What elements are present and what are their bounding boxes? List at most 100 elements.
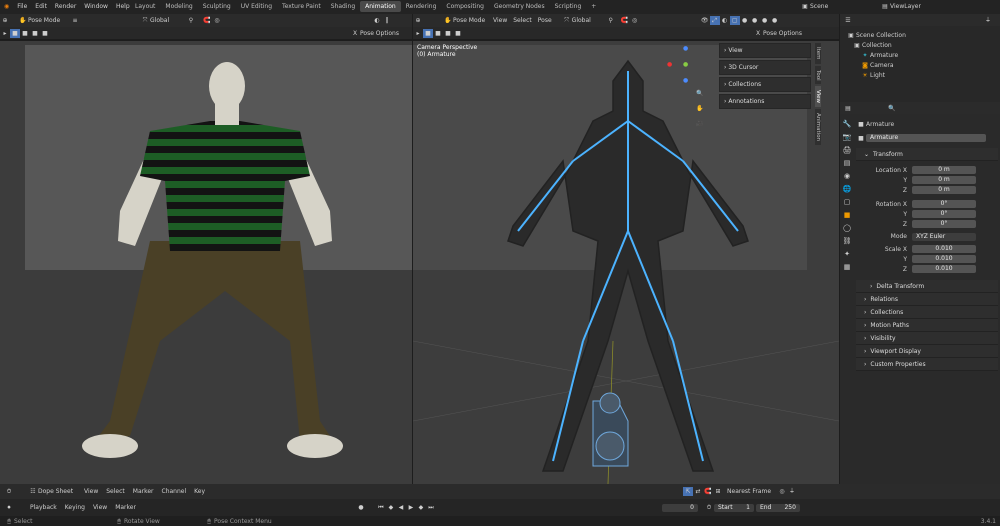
scale-z-field[interactable]: 0.010: [912, 265, 976, 273]
timeline-editor-icon[interactable]: ⏺: [4, 503, 14, 512]
overlay-icon[interactable]: ◐: [372, 16, 382, 25]
cursor-icon[interactable]: ⇱: [683, 487, 694, 496]
select-tool-icon[interactable]: ▸: [413, 29, 423, 38]
outliner-type-icon[interactable]: ☰: [843, 16, 853, 25]
snap-icon[interactable]: 🧲: [620, 16, 630, 25]
rotation-y-field[interactable]: 0°: [912, 210, 976, 218]
select-invert-icon[interactable]: ■: [40, 29, 50, 38]
scene-name[interactable]: Scene: [810, 3, 880, 10]
right-transform-select[interactable]: Global: [572, 17, 606, 24]
tab-view[interactable]: View: [815, 86, 821, 108]
filter-icon[interactable]: ⏚: [787, 487, 797, 496]
camera-view-icon[interactable]: 🎥: [695, 119, 705, 128]
filter-icon[interactable]: ⏚: [983, 16, 993, 25]
preview-range-icon[interactable]: ⏱: [704, 503, 714, 512]
pivot-icon[interactable]: ⚲: [606, 16, 616, 25]
location-z-field[interactable]: 0 m: [912, 186, 976, 194]
end-frame-field[interactable]: End 250: [755, 503, 800, 512]
output-tab-icon[interactable]: 🖨: [840, 146, 854, 159]
tab-texture-paint[interactable]: Texture Paint: [277, 1, 326, 12]
scene-tab-icon[interactable]: ◉: [840, 172, 854, 185]
x-mirror-icon[interactable]: X: [350, 29, 360, 38]
tool-tab-icon[interactable]: 🔧: [840, 120, 854, 133]
collection-tab-icon[interactable]: ▢: [840, 198, 854, 211]
scale-x-field[interactable]: 0.010: [912, 245, 976, 253]
viewport-display-header[interactable]: › Viewport Display: [856, 345, 998, 358]
pivot-icon[interactable]: ⚲: [186, 16, 196, 25]
proportional-icon[interactable]: ◎: [777, 487, 787, 496]
visibility-icon[interactable]: 👁: [700, 16, 710, 25]
tab-shading[interactable]: Shading: [326, 1, 360, 12]
tab-animation-side[interactable]: Animation: [815, 109, 821, 146]
pause-icon[interactable]: ‖: [382, 16, 392, 25]
y-axis-icon[interactable]: ●: [683, 61, 688, 68]
custom-properties-header[interactable]: › Custom Properties: [856, 358, 998, 371]
tl-menu-view[interactable]: View: [93, 504, 107, 511]
overlay-icon[interactable]: ◐: [720, 16, 730, 25]
ds-menu-marker[interactable]: Marker: [133, 488, 154, 495]
right-menu-pose[interactable]: Pose: [538, 17, 552, 24]
motion-paths-header[interactable]: › Motion Paths: [856, 319, 998, 332]
select-subtract-icon[interactable]: ■: [443, 29, 453, 38]
zoom-icon[interactable]: 🔍: [695, 89, 705, 98]
ds-menu-channel[interactable]: Channel: [162, 488, 187, 495]
snap-icon[interactable]: 🧲: [202, 16, 212, 25]
proportional-icon[interactable]: ◎: [212, 16, 222, 25]
dopesheet-mode-select[interactable]: Dope Sheet: [38, 488, 84, 495]
constraint-tab-icon[interactable]: ⛓: [840, 237, 854, 250]
select-extend-icon[interactable]: ■: [20, 29, 30, 38]
snap-element-icon[interactable]: ⊞: [713, 487, 723, 496]
left-mode-select[interactable]: Pose Mode: [28, 17, 70, 24]
current-frame-field[interactable]: 0: [661, 503, 698, 512]
viewlayer-tab-icon[interactable]: ▤: [840, 159, 854, 172]
tab-compositing[interactable]: Compositing: [441, 1, 489, 12]
shading-wire-icon[interactable]: ●: [740, 16, 750, 25]
select-tool-icon[interactable]: ▸: [0, 29, 10, 38]
location-y-field[interactable]: 0 m: [912, 176, 976, 184]
xray-icon[interactable]: ▢: [729, 16, 740, 25]
texture-tab-icon[interactable]: ▦: [840, 263, 854, 276]
select-extend-icon[interactable]: ■: [433, 29, 443, 38]
tab-scripting[interactable]: Scripting: [550, 1, 587, 12]
visibility-header[interactable]: › Visibility: [856, 332, 998, 345]
object-name-field[interactable]: Armature: [866, 134, 986, 142]
snap-icon[interactable]: 🧲: [703, 487, 713, 496]
jump-end-icon[interactable]: ⏭: [426, 503, 436, 512]
menu-help[interactable]: Help: [116, 3, 130, 10]
view-layer-name[interactable]: ViewLayer: [890, 3, 921, 10]
tl-menu-keying[interactable]: Keying: [65, 504, 85, 511]
tab-rendering[interactable]: Rendering: [401, 1, 442, 12]
rotation-mode-select[interactable]: XYZ Euler: [912, 232, 976, 241]
navigation-gizmo[interactable]: ● ● ● ●: [663, 45, 693, 85]
rotation-z-field[interactable]: 0°: [912, 220, 976, 228]
next-key-icon[interactable]: ◆: [416, 503, 426, 512]
panel-annotations[interactable]: › Annotations: [719, 94, 811, 109]
right-menu-view[interactable]: View: [493, 17, 507, 24]
tl-menu-marker[interactable]: Marker: [115, 504, 136, 511]
neg-z-axis-icon[interactable]: ●: [683, 77, 688, 84]
shading-solid-icon[interactable]: ●: [750, 16, 760, 25]
ds-menu-view[interactable]: View: [84, 488, 98, 495]
transform-mode-icon[interactable]: ⇄: [693, 487, 703, 496]
collections-header[interactable]: › Collections: [856, 306, 998, 319]
right-pose-options[interactable]: Pose Options: [763, 30, 802, 37]
rotation-x-field[interactable]: 0°: [912, 200, 976, 208]
tab-item[interactable]: Item: [815, 43, 821, 64]
blender-logo-icon[interactable]: ◉: [4, 3, 9, 10]
select-box-icon[interactable]: ■: [10, 28, 20, 38]
outliner-scene-collection[interactable]: ▣ Scene Collection: [846, 30, 1000, 40]
pan-hand-icon[interactable]: ✋: [695, 104, 705, 113]
gizmo-icon[interactable]: ⤢: [709, 16, 720, 25]
ds-menu-key[interactable]: Key: [194, 488, 205, 495]
data-tab-icon[interactable]: ✦: [840, 250, 854, 263]
add-workspace-button[interactable]: +: [586, 1, 601, 12]
object-tab-icon[interactable]: ■: [840, 211, 854, 224]
tl-menu-playback[interactable]: Playback: [30, 504, 57, 511]
left-pose-options[interactable]: Pose Options: [360, 30, 399, 37]
right-menu-select[interactable]: Select: [513, 17, 532, 24]
tab-sculpting[interactable]: Sculpting: [198, 1, 236, 12]
outliner-collection[interactable]: ▣ Collection: [846, 40, 1000, 50]
right-viewport[interactable]: Camera Perspective (0) Armature ● ● ● ● …: [413, 41, 839, 484]
shading-material-icon[interactable]: ●: [760, 16, 770, 25]
tab-uv-editing[interactable]: UV Editing: [236, 1, 277, 12]
